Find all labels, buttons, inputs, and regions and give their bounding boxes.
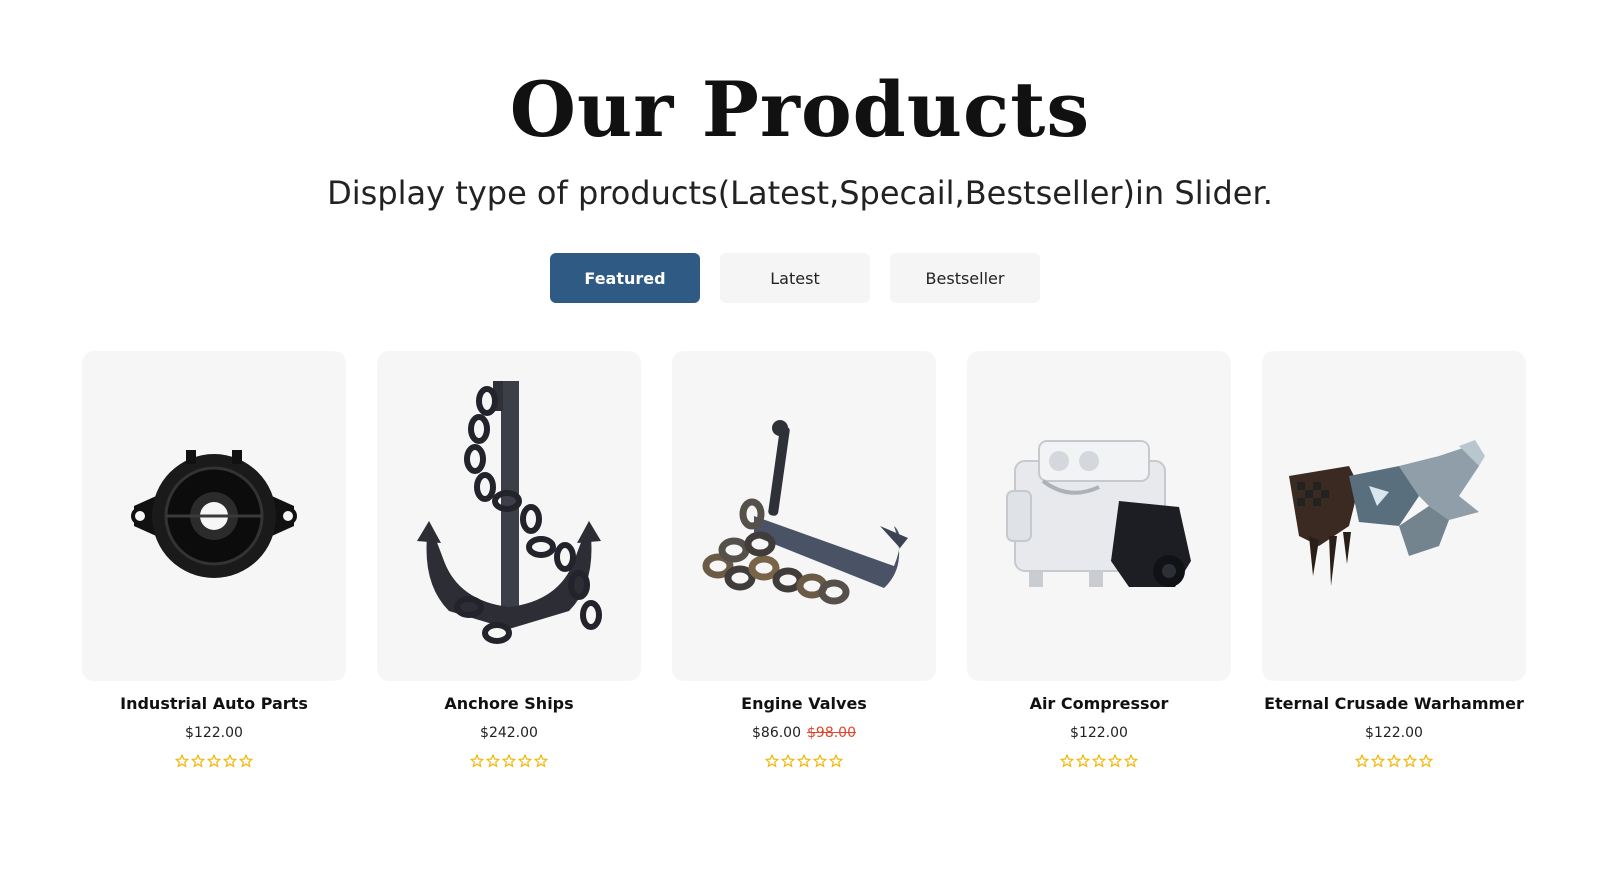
star-icon: [470, 754, 484, 768]
price-current: $86.00: [752, 725, 801, 741]
tab-latest[interactable]: Latest: [720, 253, 870, 303]
product-image-link[interactable]: [967, 351, 1231, 681]
warhammer-image: [1289, 440, 1485, 586]
star-icon: [781, 754, 795, 768]
tab-bestseller[interactable]: Bestseller: [890, 253, 1040, 303]
ship-anchor-image: [417, 381, 602, 644]
star-icon: [1076, 754, 1090, 768]
product-card: Engine Valves $86.00 $98.00: [672, 351, 936, 768]
price-current: $242.00: [480, 725, 538, 741]
star-icon: [1060, 754, 1074, 768]
star-icon: [797, 754, 811, 768]
anchor-with-chain-image: [702, 420, 908, 605]
product-price: $122.00: [185, 724, 243, 742]
product-name[interactable]: Eternal Crusade Warhammer: [1264, 693, 1524, 715]
rating-stars: [175, 754, 253, 768]
price-current: $122.00: [185, 725, 243, 741]
section-title: Our Products: [509, 65, 1091, 154]
star-icon: [191, 754, 205, 768]
product-tabs: Featured Latest Bestseller: [550, 253, 1040, 303]
price-current: $122.00: [1070, 725, 1128, 741]
star-icon: [534, 754, 548, 768]
star-icon: [223, 754, 237, 768]
star-icon: [1387, 754, 1401, 768]
product-card: Industrial Auto Parts $122.00: [82, 351, 346, 768]
star-icon: [1371, 754, 1385, 768]
industrial-auto-part-image: [131, 450, 297, 578]
tab-featured[interactable]: Featured: [550, 253, 700, 303]
engine-image: [1006, 440, 1191, 587]
product-price: $122.00: [1365, 724, 1423, 742]
rating-stars: [1060, 754, 1138, 768]
product-name[interactable]: Engine Valves: [741, 693, 867, 715]
product-card: Eternal Crusade Warhammer $122.00: [1262, 351, 1526, 768]
product-image-link[interactable]: [1262, 351, 1526, 681]
product-card: Anchore Ships $242.00: [377, 351, 641, 768]
price-old: $98.00: [807, 725, 856, 741]
product-image-link[interactable]: [672, 351, 936, 681]
product-price: $86.00 $98.00: [752, 724, 856, 742]
star-icon: [239, 754, 253, 768]
star-icon: [207, 754, 221, 768]
star-icon: [829, 754, 843, 768]
star-icon: [175, 754, 189, 768]
product-card: Air Compressor $122.00: [967, 351, 1231, 768]
product-name[interactable]: Air Compressor: [1030, 693, 1169, 715]
product-image-link[interactable]: [82, 351, 346, 681]
rating-stars: [765, 754, 843, 768]
product-image-link[interactable]: [377, 351, 641, 681]
star-icon: [502, 754, 516, 768]
product-name[interactable]: Industrial Auto Parts: [120, 693, 308, 715]
star-icon: [813, 754, 827, 768]
rating-stars: [1355, 754, 1433, 768]
star-icon: [1092, 754, 1106, 768]
star-icon: [1403, 754, 1417, 768]
star-icon: [1355, 754, 1369, 768]
price-current: $122.00: [1365, 725, 1423, 741]
star-icon: [1419, 754, 1433, 768]
section-subtitle: Display type of products(Latest,Specail,…: [327, 174, 1273, 212]
star-icon: [486, 754, 500, 768]
star-icon: [518, 754, 532, 768]
star-icon: [1124, 754, 1138, 768]
product-slider: Industrial Auto Parts $122.00 Anchore Sh…: [82, 351, 1526, 768]
product-price: $242.00: [480, 724, 538, 742]
product-price: $122.00: [1070, 724, 1128, 742]
products-section: Our Products Display type of products(La…: [0, 0, 1600, 888]
product-name[interactable]: Anchore Ships: [444, 693, 573, 715]
star-icon: [1108, 754, 1122, 768]
star-icon: [765, 754, 779, 768]
rating-stars: [470, 754, 548, 768]
